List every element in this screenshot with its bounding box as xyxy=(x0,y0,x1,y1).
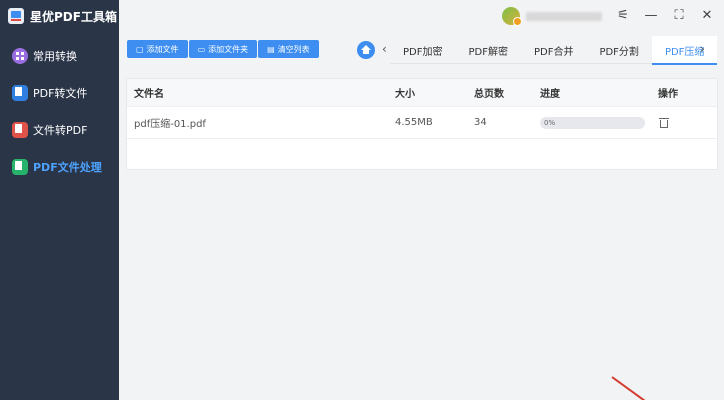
file-pages: 34 xyxy=(474,117,487,128)
app-logo-icon xyxy=(8,8,24,24)
app-title: 星优PDF工具箱 xyxy=(8,6,117,26)
add-file-button[interactable]: ▢ 添加文件 xyxy=(127,40,188,58)
delete-trash-icon[interactable] xyxy=(659,117,669,129)
tab-pdf-encrypt[interactable]: PDF加密 xyxy=(390,36,455,64)
header-size: 大小 xyxy=(395,89,415,100)
header-filename: 文件名 xyxy=(134,89,164,100)
sidebar-item-label: 常用转换 xyxy=(33,50,77,63)
home-icon[interactable] xyxy=(357,41,375,59)
clear-list-button[interactable]: ▤ 清空列表 xyxy=(258,40,319,58)
tabs-next-arrow-icon[interactable]: › xyxy=(700,42,705,56)
table-header: 文件名 大小 总页数 进度 操作 xyxy=(127,79,717,107)
tabs-prev-arrow-icon[interactable]: ‹ xyxy=(382,42,387,56)
maximize-icon[interactable]: ⛶ xyxy=(672,9,686,23)
sidebar: 星优PDF工具箱 常用转换 PDF转文件 文件转PDF PDF文件处理 xyxy=(0,0,119,400)
table-row[interactable]: pdf压缩-01.pdf 4.55MB 34 0% xyxy=(127,107,717,139)
add-file-label: 添加文件 xyxy=(146,44,179,54)
sidebar-item-pdf-process[interactable]: PDF文件处理 xyxy=(12,157,117,177)
file-name: pdf压缩-01.pdf xyxy=(134,119,206,130)
tab-pdf-split[interactable]: PDF分割 xyxy=(586,36,651,64)
sidebar-item-label: 文件转PDF xyxy=(33,124,88,137)
file-icon: ▢ xyxy=(136,44,144,54)
sidebar-item-label: PDF转文件 xyxy=(33,87,88,100)
folder-icon: ▭ xyxy=(197,44,206,54)
pdf-to-file-icon xyxy=(12,85,28,101)
tab-pdf-compress[interactable]: PDF压缩 xyxy=(651,36,718,65)
sidebar-item-common-convert[interactable]: 常用转换 xyxy=(12,46,117,66)
file-size: 4.55MB xyxy=(395,117,433,128)
tab-pdf-decrypt[interactable]: PDF解密 xyxy=(455,36,520,64)
grid-icon xyxy=(12,48,28,64)
window-controls: ⚟ — ⛶ ✕ xyxy=(502,6,714,26)
trash-icon: ▤ xyxy=(267,44,275,54)
minimize-icon[interactable]: — xyxy=(644,9,658,23)
pdf-process-icon xyxy=(12,159,28,175)
file-to-pdf-icon xyxy=(12,122,28,138)
avatar[interactable] xyxy=(502,7,522,26)
sidebar-item-pdf-to-file[interactable]: PDF转文件 xyxy=(12,83,117,103)
toolbar: ▢ 添加文件 ▭ 添加文件夹 ▤ 清空列表 xyxy=(127,40,319,58)
progress-text: 0% xyxy=(544,118,556,127)
header-progress: 进度 xyxy=(540,89,560,100)
sidebar-item-file-to-pdf[interactable]: 文件转PDF xyxy=(12,120,117,140)
header-pages: 总页数 xyxy=(474,89,504,100)
clear-list-label: 清空列表 xyxy=(277,44,310,54)
tab-pdf-merge[interactable]: PDF合并 xyxy=(521,36,586,64)
progress-bar: 0% xyxy=(540,116,645,129)
add-folder-button[interactable]: ▭ 添加文件夹 xyxy=(188,40,258,58)
app-name: 星优PDF工具箱 xyxy=(30,9,117,24)
username-blurred xyxy=(526,11,602,21)
add-folder-label: 添加文件夹 xyxy=(208,44,249,54)
header-actions: 操作 xyxy=(658,89,678,100)
close-icon[interactable]: ✕ xyxy=(700,9,714,23)
tool-tabs: PDF加密 PDF解密 PDF合并 PDF分割 PDF压缩 xyxy=(390,36,718,65)
settings-sliders-icon[interactable]: ⚟ xyxy=(616,9,630,23)
file-table: 文件名 大小 总页数 进度 操作 pdf压缩-01.pdf 4.55MB 34 … xyxy=(126,78,718,170)
annotation-arrow xyxy=(611,376,652,400)
sidebar-item-label: PDF文件处理 xyxy=(33,161,102,174)
